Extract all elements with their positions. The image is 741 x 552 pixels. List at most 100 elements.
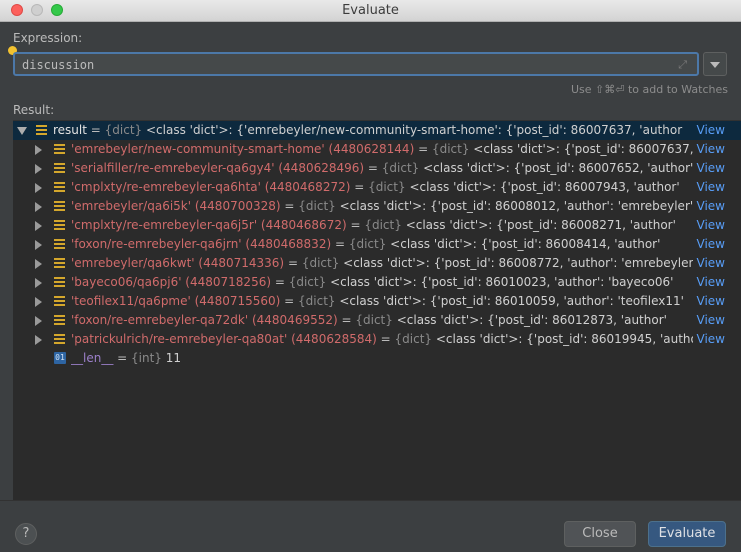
expand-arrow-icon[interactable]	[35, 316, 42, 326]
expand-arrow-icon[interactable]	[35, 202, 42, 212]
dict-icon	[54, 277, 65, 288]
node-value: <class 'dict'>: {'emrebeyler/new-communi…	[145, 123, 683, 137]
node-type: {dict}	[381, 161, 424, 175]
node-value: 11	[165, 351, 182, 365]
tree-row[interactable]: 'foxon/re-emrebeyler-qa72dk' (4480469552…	[13, 311, 741, 330]
dict-icon	[54, 144, 65, 155]
tree-row[interactable]: 'teofilex11/qa6pme' (4480715560) = {dict…	[13, 292, 741, 311]
node-name: 'emrebeyler/qa6i5k' (4480700328)	[71, 199, 281, 213]
node-value: <class 'dict'>: {'post_id': 86007943, 'a…	[409, 180, 680, 194]
expand-arrow-icon[interactable]	[35, 335, 42, 345]
node-type: {dict}	[298, 294, 340, 308]
dict-icon	[54, 163, 65, 174]
dict-icon	[54, 315, 65, 326]
node-name: 'foxon/re-emrebeyler-qa6jrn' (4480468832…	[71, 237, 332, 251]
expression-label: Expression:	[13, 31, 83, 45]
node-value: <class 'dict'>: {'post_id': 86019945, 'a…	[435, 332, 695, 346]
tree-row[interactable]: 'emrebeyler/new-community-smart-home' (4…	[13, 140, 741, 159]
node-name: 'serialfiller/re-emrebeyler-qa6gy4' (448…	[71, 161, 365, 175]
node-name: __len__	[71, 351, 114, 365]
help-button[interactable]: ?	[15, 523, 37, 545]
tree-row[interactable]: 'emrebeyler/qa6i5k' (4480700328) = {dict…	[13, 197, 741, 216]
expand-arrow-icon[interactable]	[35, 297, 42, 307]
view-link[interactable]: View	[692, 292, 725, 311]
evaluate-button[interactable]: Evaluate	[648, 521, 726, 547]
view-link[interactable]: View	[692, 159, 725, 178]
view-link[interactable]: View	[692, 330, 725, 349]
node-type: {dict}	[364, 218, 406, 232]
tree-row[interactable]: 'emrebeyler/qa6kwt' (4480714336) = {dict…	[13, 254, 741, 273]
node-name: 'cmplxty/re-emrebeyler-qa6hta' (44804682…	[71, 180, 351, 194]
view-link[interactable]: View	[692, 216, 725, 235]
view-link[interactable]: View	[692, 273, 725, 292]
tree-row-result[interactable]: result = {dict} <class 'dict'>: {'emrebe…	[13, 121, 741, 140]
view-link[interactable]: View	[692, 140, 725, 159]
tree-row[interactable]: 'patrickulrich/re-emrebeyler-qa80at' (44…	[13, 330, 741, 349]
node-value: <class 'dict'>: {'post_id': 86010023, 'a…	[330, 275, 674, 289]
expand-arrow-icon[interactable]	[35, 278, 42, 288]
int-icon: 01	[54, 352, 66, 364]
node-value: <class 'dict'>: {'post_id': 86007637, 'a…	[473, 142, 695, 156]
result-tree[interactable]: result = {dict} <class 'dict'>: {'emrebe…	[13, 120, 741, 501]
view-link[interactable]: View	[692, 121, 725, 140]
expand-arrow-icon[interactable]	[35, 240, 42, 250]
add-to-watches-hint: Use ⇧⌘⏎ to add to Watches	[570, 83, 728, 96]
tree-row[interactable]: 'bayeco06/qa6pj6' (4480718256) = {dict} …	[13, 273, 741, 292]
expression-history-dropdown[interactable]	[703, 52, 727, 76]
node-type: {dict}	[288, 275, 331, 289]
node-value: <class 'dict'>: {'post_id': 86008271, 'a…	[405, 218, 676, 232]
expand-arrow-icon[interactable]	[35, 183, 42, 193]
node-name: 'bayeco06/qa6pj6' (4480718256)	[71, 275, 272, 289]
dict-icon	[36, 125, 47, 136]
expression-input[interactable]	[22, 56, 662, 73]
node-type: {dict}	[368, 180, 410, 194]
node-type: {dict}	[431, 142, 474, 156]
node-type: {dict}	[355, 313, 397, 327]
tree-row-len[interactable]: 01 __len__ = {int} 11	[13, 349, 741, 368]
window-title: Evaluate	[342, 3, 399, 18]
tree-row[interactable]: 'cmplxty/re-emrebeyler-qa6hta' (44804682…	[13, 178, 741, 197]
view-link[interactable]: View	[692, 254, 725, 273]
tree-row[interactable]: 'serialfiller/re-emrebeyler-qa6gy4' (448…	[13, 159, 741, 178]
dict-icon	[54, 258, 65, 269]
node-name: 'emrebeyler/qa6kwt' (4480714336)	[71, 256, 285, 270]
node-type: {dict}	[301, 256, 344, 270]
expand-arrow-icon[interactable]	[35, 221, 42, 231]
close-button[interactable]: Close	[564, 521, 636, 547]
title-bar: Evaluate	[0, 0, 741, 22]
node-type: {int}	[131, 351, 166, 365]
node-name: 'patrickulrich/re-emrebeyler-qa80at' (44…	[71, 332, 377, 346]
expand-arrow-icon[interactable]	[35, 145, 42, 155]
node-type: {dict}	[348, 237, 391, 251]
tree-row[interactable]: 'foxon/re-emrebeyler-qa6jrn' (4480468832…	[13, 235, 741, 254]
expression-field[interactable]: ⤢	[13, 52, 699, 76]
dict-icon	[54, 334, 65, 345]
node-value: <class 'dict'>: {'post_id': 86010059, 'a…	[339, 294, 684, 308]
dict-icon	[54, 182, 65, 193]
result-label: Result:	[13, 103, 55, 117]
view-link[interactable]: View	[692, 178, 725, 197]
node-name: 'foxon/re-emrebeyler-qa72dk' (4480469552…	[71, 313, 338, 327]
node-value: <class 'dict'>: {'post_id': 86008414, 'a…	[390, 237, 661, 251]
divider	[0, 500, 741, 501]
expand-arrow-icon[interactable]	[35, 164, 42, 174]
collapse-arrow-icon[interactable]	[17, 127, 27, 135]
evaluate-dialog: Evaluate Expression: ⤢ Use ⇧⌘⏎ to add to…	[0, 0, 741, 552]
view-link[interactable]: View	[692, 311, 725, 330]
expand-icon[interactable]: ⤢	[678, 58, 687, 72]
view-link[interactable]: View	[692, 197, 725, 216]
dict-icon	[54, 239, 65, 250]
node-name: 'teofilex11/qa6pme' (4480715560)	[71, 294, 281, 308]
node-value: <class 'dict'>: {'post_id': 86008012, 'a…	[339, 199, 694, 213]
node-type: {dict}	[298, 199, 340, 213]
view-link[interactable]: View	[692, 235, 725, 254]
node-type: {dict}	[394, 332, 436, 346]
node-name: 'emrebeyler/new-community-smart-home' (4…	[71, 142, 415, 156]
dict-icon	[54, 201, 65, 212]
node-name: 'cmplxty/re-emrebeyler-qa6j5r' (44804686…	[71, 218, 347, 232]
expand-arrow-icon[interactable]	[35, 259, 42, 269]
node-name: result	[53, 123, 87, 137]
tree-row[interactable]: 'cmplxty/re-emrebeyler-qa6j5r' (44804686…	[13, 216, 741, 235]
node-value: <class 'dict'>: {'post_id': 86012873, 'a…	[396, 313, 667, 327]
node-type: {dict}	[104, 123, 146, 137]
